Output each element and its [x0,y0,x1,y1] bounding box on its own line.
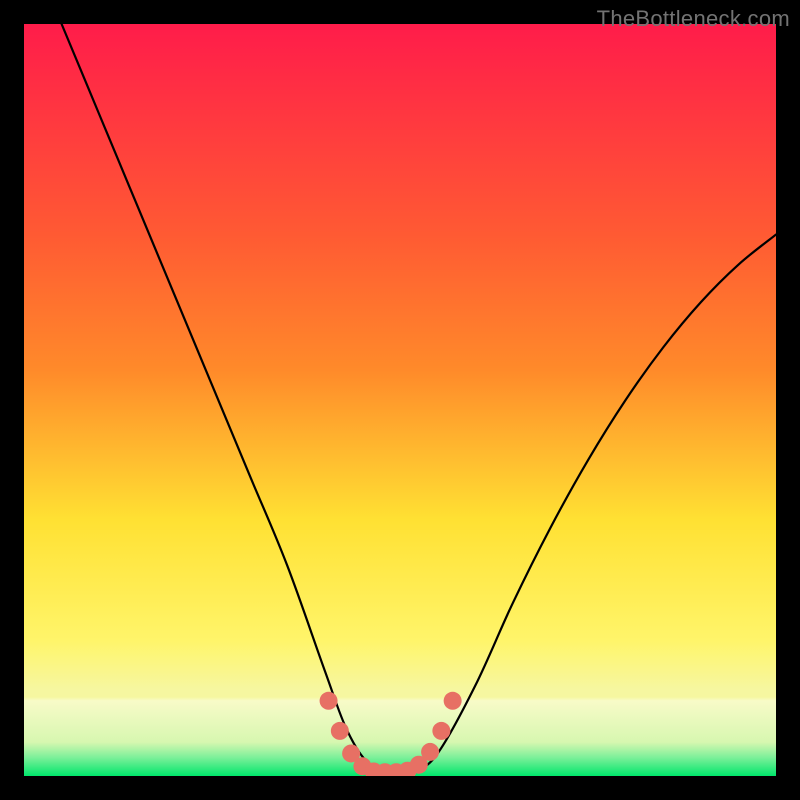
watermark-label: TheBottleneck.com [597,6,790,32]
bottleneck-chart [0,0,800,800]
fit-marker [320,692,338,710]
fit-marker [444,692,462,710]
fit-marker [331,722,349,740]
chart-container: TheBottleneck.com [0,0,800,800]
fit-marker [421,743,439,761]
fit-marker [432,722,450,740]
